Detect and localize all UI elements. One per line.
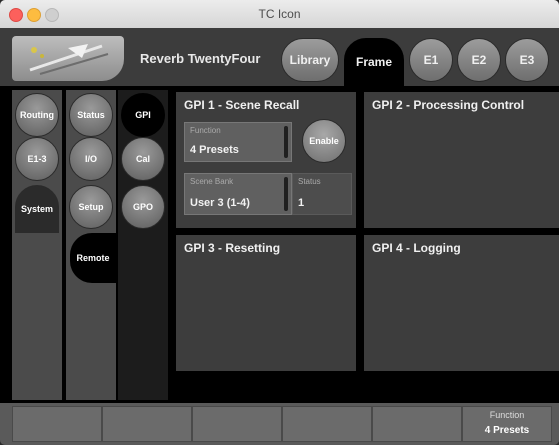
- gpi3-panel: GPI 3 - Resetting: [176, 235, 356, 371]
- tc-logo: [12, 36, 124, 81]
- function-value: 4 Presets: [190, 144, 239, 156]
- app-name: Reverb TwentyFour: [140, 51, 261, 66]
- gpi1-title: GPI 1 - Scene Recall: [184, 98, 300, 112]
- title-bar: TC Icon: [0, 0, 559, 29]
- footer-slot-3[interactable]: [192, 406, 282, 442]
- nav-setup-button[interactable]: Setup: [69, 185, 113, 229]
- app-window: TC Icon Reverb TwentyFour Library Frame …: [0, 0, 559, 445]
- tab-e2[interactable]: E2: [457, 38, 501, 82]
- nav-status-button[interactable]: Status: [69, 93, 113, 137]
- gpi1-enable-button[interactable]: Enable: [302, 119, 346, 163]
- nav-remote-button[interactable]: Remote: [70, 233, 116, 283]
- scene-bank-value: User 3 (1-4): [190, 197, 250, 209]
- nav-system-button[interactable]: System: [15, 185, 59, 233]
- tab-frame[interactable]: Frame: [344, 38, 404, 86]
- gpi4-title: GPI 4 - Logging: [372, 241, 461, 255]
- nav-gpo-button[interactable]: GPO: [121, 185, 165, 229]
- nav-io-button[interactable]: I/O: [69, 137, 113, 181]
- gpi3-title: GPI 3 - Resetting: [184, 241, 281, 255]
- gpi1-scene-bank-selector[interactable]: Scene Bank User 3 (1-4): [184, 173, 292, 215]
- footer-slot-5[interactable]: [372, 406, 462, 442]
- logo-icon: [29, 44, 109, 75]
- status-value: 1: [298, 197, 305, 209]
- gpi4-panel: GPI 4 - Logging: [364, 235, 559, 371]
- scene-bank-label: Scene Bank: [190, 177, 234, 186]
- function-label: Function: [190, 126, 221, 135]
- footer-function-value: 4 Presets: [484, 425, 530, 436]
- nav-cal-button[interactable]: Cal: [121, 137, 165, 181]
- footer-slot-1[interactable]: [12, 406, 102, 442]
- tab-library[interactable]: Library: [281, 38, 339, 82]
- nav-gpi-button[interactable]: GPI: [121, 93, 165, 137]
- status-label: Status: [298, 177, 321, 186]
- window-title: TC Icon: [258, 7, 301, 21]
- gpi1-function-selector[interactable]: Function 4 Presets: [184, 122, 292, 162]
- gpi2-panel: GPI 2 - Processing Control: [364, 92, 559, 228]
- footer-slot-2[interactable]: [102, 406, 192, 442]
- nav-e1-3-button[interactable]: E1-3: [15, 137, 59, 181]
- gpi1-status-box: Status 1: [292, 173, 352, 215]
- scene-bank-scroll-handle[interactable]: [284, 177, 288, 211]
- tab-e1[interactable]: E1: [409, 38, 453, 82]
- tab-e3[interactable]: E3: [505, 38, 549, 82]
- footer-function-label: Function: [489, 410, 525, 420]
- nav-routing-button[interactable]: Routing: [15, 93, 59, 137]
- footer-function-slot[interactable]: Function 4 Presets: [462, 406, 552, 442]
- gpi2-title: GPI 2 - Processing Control: [372, 98, 525, 112]
- function-scroll-handle[interactable]: [284, 126, 288, 158]
- footer-slot-4[interactable]: [282, 406, 372, 442]
